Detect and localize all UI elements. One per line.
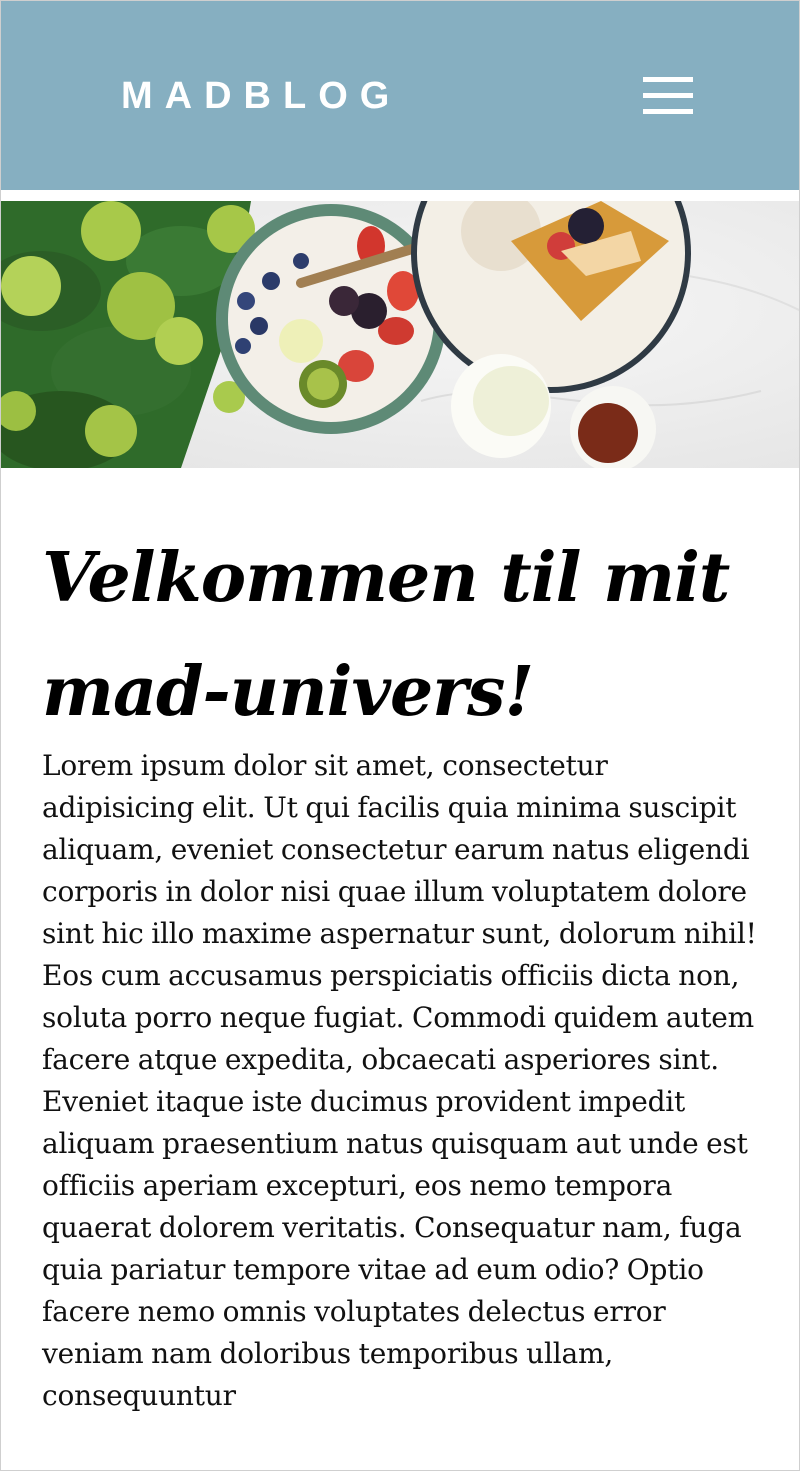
menu-button[interactable] bbox=[641, 75, 693, 119]
menu-bar-top bbox=[643, 77, 693, 82]
main-content: Velkommen til mit mad-univers! Lorem ips… bbox=[42, 521, 762, 1417]
site-logo[interactable]: MADBLOG bbox=[121, 73, 401, 119]
intro-paragraph: Lorem ipsum dolor sit amet, consectetur … bbox=[42, 749, 757, 1412]
menu-bar-bottom bbox=[643, 109, 693, 114]
hero-image bbox=[1, 201, 799, 468]
page-title: Velkommen til mit mad-univers! bbox=[42, 538, 730, 732]
menu-bar-middle bbox=[643, 93, 693, 98]
breakfast-food-photo bbox=[1, 201, 799, 468]
site-header: MADBLOG bbox=[1, 1, 799, 190]
page: MADBLOG Velkommen til mit mad-univers! L… bbox=[0, 0, 800, 1471]
